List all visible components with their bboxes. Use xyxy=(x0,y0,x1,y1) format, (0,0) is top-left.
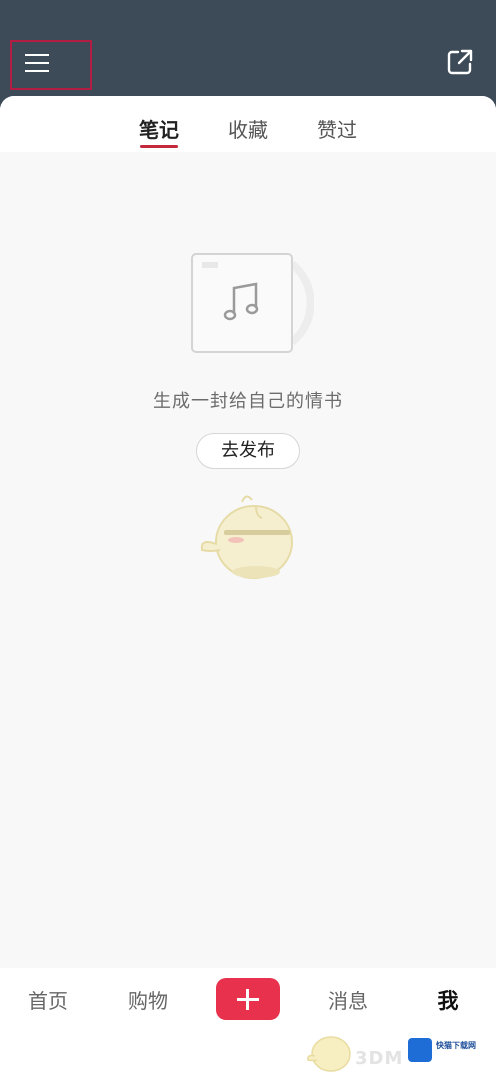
mascot-icon xyxy=(196,492,306,587)
profile-content: 笔记 收藏 赞过 生成一封给自己的情书 去发布 xyxy=(0,96,496,968)
active-tab-indicator xyxy=(140,145,178,148)
empty-state-message: 生成一封给自己的情书 xyxy=(153,391,343,412)
nav-shopping[interactable]: 购物 xyxy=(113,985,183,1014)
watermark-logo-icon xyxy=(408,1038,432,1062)
nav-messages[interactable]: 消息 xyxy=(313,985,383,1014)
tab-bar: 笔记 收藏 赞过 xyxy=(0,96,496,152)
nav-home[interactable]: 首页 xyxy=(13,985,83,1014)
menu-icon xyxy=(25,54,49,56)
create-post-button[interactable] xyxy=(216,978,280,1020)
watermark-site: 快猫下载网 xyxy=(436,1041,476,1050)
publish-button[interactable]: 去发布 xyxy=(196,433,300,469)
share-icon xyxy=(447,49,473,75)
watermark-text: 3DM xyxy=(355,1048,404,1069)
menu-button[interactable] xyxy=(10,40,92,90)
share-button[interactable] xyxy=(446,48,474,76)
watermark-mascot xyxy=(305,1030,355,1074)
nav-me[interactable]: 我 xyxy=(413,985,483,1015)
top-header xyxy=(0,0,496,110)
tab-liked[interactable]: 赞过 xyxy=(307,114,367,144)
tab-collections[interactable]: 收藏 xyxy=(218,114,278,144)
music-note-icon xyxy=(188,250,315,356)
bottom-navigation: 首页 购物 消息 我 xyxy=(0,968,496,1079)
tab-notes[interactable]: 笔记 xyxy=(129,114,189,144)
